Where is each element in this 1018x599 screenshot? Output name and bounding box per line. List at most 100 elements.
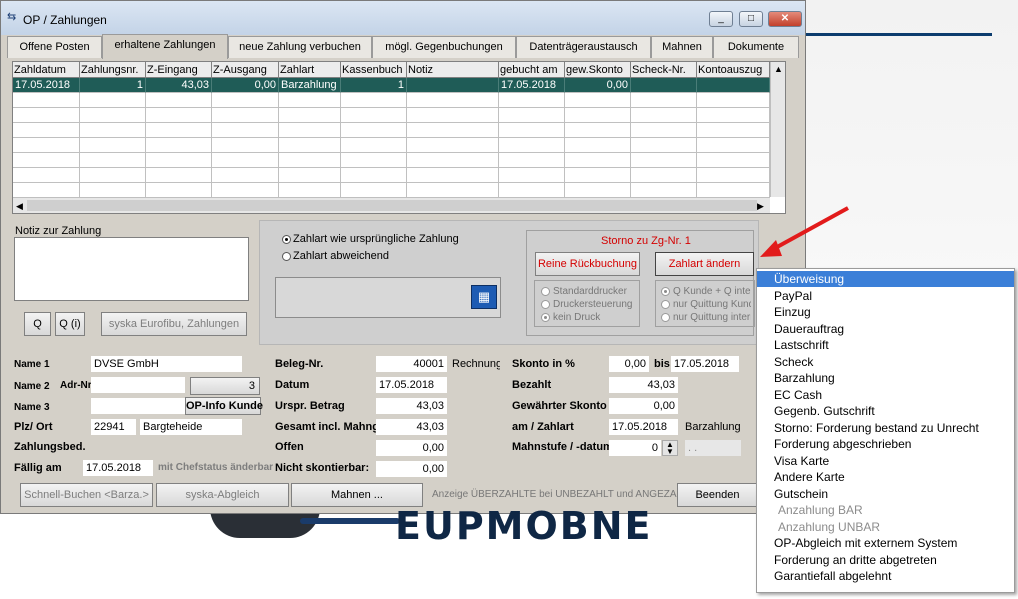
column-header[interactable]: Zahldatum [13,62,80,78]
faellig-field[interactable]: 17.05.2018 [83,460,153,476]
menu-item[interactable]: Andere Karte [757,469,1014,485]
syska-eurofibu-button[interactable]: syska Eurofibu, Zahlungen [101,312,247,336]
offen-field[interactable]: 0,00 [376,440,447,456]
anzeige-ueberzahlte-text[interactable]: Anzeige ÜBERZAHLTE bei UNBEZAHLT und ANG… [432,489,695,500]
bezahlt-field[interactable]: 43,03 [609,377,678,393]
mahnstufe-field[interactable]: 0 [609,440,661,456]
nicht-skontierbar-field[interactable]: 0,00 [376,461,447,477]
mahnen-button[interactable]: Mahnen ... [291,483,423,507]
tab-datentraegeraustausch[interactable]: Datenträgeraustausch [516,36,651,58]
radio-standarddrucker[interactable] [541,287,550,296]
skonto-field[interactable]: 0,00 [609,356,649,372]
maximize-button[interactable]: □ [739,11,763,27]
beenden-button[interactable]: Beenden [677,483,758,507]
menu-item[interactable]: Forderung abgeschrieben [757,436,1014,452]
bis-field[interactable]: 17.05.2018 [671,356,739,372]
table-cell [341,93,407,108]
horizontal-scrollbar[interactable]: ◀ ▶ [13,197,770,213]
calculator-icon[interactable]: ▦ [471,285,497,309]
radio-zahlart-abweichend[interactable] [282,252,291,261]
column-header[interactable]: Kassenbuch [341,62,407,78]
menu-item[interactable]: Storno: Forderung bestand zu Unrecht [757,420,1014,436]
q-i-button[interactable]: Q (i) [55,312,85,336]
title-bar[interactable]: ⇆ OP / Zahlungen _ □ ✕ [1,1,805,35]
name1-field[interactable]: DVSE GmbH [91,356,242,372]
schnell-buchen-button[interactable]: Schnell-Buchen <Barza.> [20,483,153,507]
table-row-empty[interactable] [13,93,770,108]
q-button[interactable]: Q [24,312,51,336]
menu-item[interactable]: Lastschrift [757,337,1014,353]
minimize-button[interactable]: _ [709,11,733,27]
menu-item[interactable]: OP-Abgleich mit externem System [757,535,1014,551]
urspr-betrag-field[interactable]: 43,03 [376,398,447,414]
radio-druckersteuerung[interactable] [541,300,550,309]
column-header[interactable]: Zahlart [279,62,341,78]
reine-rueckbuchung-button[interactable]: Reine Rückbuchung [535,252,640,276]
menu-item[interactable]: Überweisung [757,271,1014,287]
name3-field[interactable] [91,398,185,414]
op-info-kunde-button[interactable]: OP-Info Kunde [185,397,263,415]
table-row[interactable]: 17.05.2018 1 43,03 0,00 Barzahlung 1 17.… [13,78,770,93]
radio-nur-quittung-intern[interactable] [661,313,670,322]
table-cell [697,153,770,168]
tab-erhaltene-zahlungen[interactable]: erhaltene Zahlungen [102,34,228,59]
gesamt-field[interactable]: 43,03 [376,419,447,435]
mahndatum-field[interactable]: . . [685,440,741,456]
adr-nr-field[interactable]: 3 [190,377,260,395]
vertical-scrollbar[interactable]: ▲ [770,62,785,197]
menu-item[interactable]: Dauerauftrag [757,321,1014,337]
table-row-empty[interactable] [13,153,770,168]
tab-neue-zahlung-verbuchen[interactable]: neue Zahlung verbuchen [228,36,372,58]
table-row-empty[interactable] [13,168,770,183]
plz-field[interactable]: 22941 [91,419,136,435]
column-header[interactable]: Z-Ausgang [212,62,279,78]
menu-item[interactable]: Barzahlung [757,370,1014,386]
tab-offene-posten[interactable]: Offene Posten [7,36,102,58]
menu-item[interactable]: PayPal [757,288,1014,304]
name2-field[interactable] [91,377,185,393]
radio-zahlart-original[interactable] [282,235,291,244]
urspr-betrag-label: Urspr. Betrag [275,400,345,412]
menu-item[interactable]: Visa Karte [757,453,1014,469]
radio-nur-quittung-kunde[interactable] [661,300,670,309]
column-header[interactable]: Scheck-Nr. [631,62,697,78]
menu-item[interactable]: Gutschein [757,486,1014,502]
menu-item[interactable]: EC Cash [757,387,1014,403]
tab-mahnen[interactable]: Mahnen [651,36,713,58]
table-row-empty[interactable] [13,138,770,153]
menu-item[interactable]: Gegenb. Gutschrift [757,403,1014,419]
column-header[interactable]: Zahlungsnr. [80,62,146,78]
radio-q-kunde-intern[interactable] [661,287,670,296]
tab-dokumente[interactable]: Dokumente [713,36,799,58]
beleg-nr-field[interactable]: 40001 [376,356,447,372]
column-header[interactable]: Kontoauszug [697,62,770,78]
column-header[interactable]: Z-Eingang [146,62,212,78]
scroll-up-icon[interactable]: ▲ [774,64,783,74]
menu-item[interactable]: Einzug [757,304,1014,320]
column-header[interactable]: Notiz [407,62,499,78]
ort-field[interactable]: Bargteheide [140,419,242,435]
column-header[interactable]: gew.Skonto [565,62,631,78]
zahlart-dropdown-menu[interactable]: Überweisung PayPal Einzug Dauerauftrag Lasts… [756,268,1015,593]
table-row-empty[interactable] [13,123,770,138]
menu-item[interactable]: Scheck [757,354,1014,370]
table-row-empty[interactable] [13,183,770,198]
payments-table[interactable]: Zahldatum Zahlungsnr. Z-Eingang Z-Ausgan… [12,61,786,214]
adr-nr-label: Adr-Nr. [60,380,94,391]
menu-item[interactable]: Forderung an dritte abgetreten [757,552,1014,568]
datum-field[interactable]: 17.05.2018 [376,377,447,393]
mahnstufe-spinner[interactable]: ▲ ▼ [662,440,678,456]
am-field[interactable]: 17.05.2018 [609,419,678,435]
scroll-left-icon[interactable]: ◀ [16,201,23,212]
gewaehrter-skonto-field[interactable]: 0,00 [609,398,678,414]
table-row-empty[interactable] [13,108,770,123]
close-button[interactable]: ✕ [768,11,802,27]
menu-item[interactable]: Garantiefall abgelehnt [757,568,1014,584]
column-header[interactable]: gebucht am [499,62,565,78]
radio-kein-druck[interactable] [541,313,550,322]
tab-moegl-gegenbuchungen[interactable]: mögl. Gegenbuchungen [372,36,516,58]
notiz-textarea[interactable] [14,237,249,301]
table-cell [80,138,146,153]
scroll-thumb[interactable] [27,200,757,211]
syska-abgleich-button[interactable]: syska-Abgleich [156,483,289,507]
